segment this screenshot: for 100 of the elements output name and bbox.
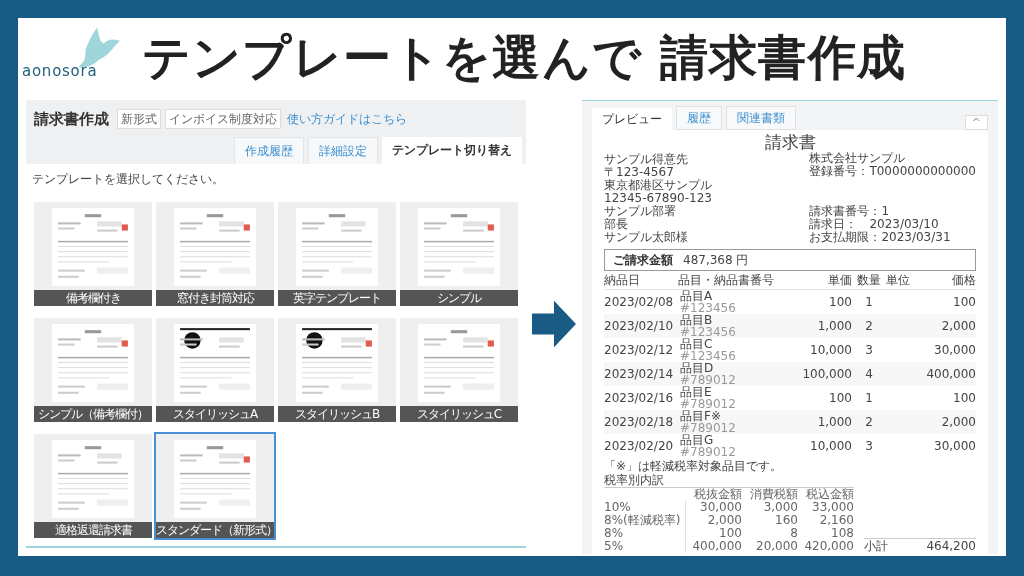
- invoice-detail: お支払期限：2023/03/31: [809, 231, 952, 244]
- address-line: サンプル部署: [604, 205, 677, 218]
- table-cell-text: 100: [952, 294, 976, 311]
- table-cell-text: 2023/02/20: [604, 438, 675, 455]
- page-title: テンプレートを選んで 請求書作成: [142, 28, 906, 87]
- issuer-line: 登録番号：T0000000000000: [809, 165, 976, 178]
- invoice-detail: 請求日： 2023/03/10: [809, 218, 940, 231]
- address-line: 東京都港区サンプル: [604, 179, 712, 192]
- column-header: 単価: [827, 274, 852, 287]
- table-cell-text: 4: [864, 366, 874, 383]
- tab[interactable]: プレビュー: [592, 108, 672, 130]
- table-cell-text: #123456: [680, 302, 737, 314]
- subtotal-value: 464,200: [926, 539, 976, 553]
- column-header: 納品日: [604, 274, 641, 287]
- tax-title: 税率別内訳: [604, 473, 854, 488]
- table-cell-text: 420,000: [803, 540, 854, 553]
- template-card[interactable]: 適格返還請求書: [34, 433, 152, 538]
- amount-value: 487,368 円: [683, 252, 749, 269]
- table-cell-text: 1,000: [816, 414, 852, 431]
- editor-title: 請求書作成: [34, 109, 109, 130]
- table-cell-text: 1,000: [816, 318, 852, 335]
- template-card[interactable]: 窓付き封筒対応: [156, 201, 274, 306]
- table-cell-text: 2023/02/16: [604, 390, 675, 407]
- document-title: 請求書: [763, 132, 817, 152]
- template-card[interactable]: 備考欄付き: [34, 201, 152, 306]
- column-header: 税込金額: [805, 488, 854, 501]
- badge: インボイス制度対応: [165, 109, 281, 130]
- table-cell-text: 10,000: [809, 438, 852, 455]
- table-cell-text: 1: [864, 390, 874, 407]
- table-cell-text: 3: [864, 342, 874, 359]
- table-cell-text: 400,000: [925, 366, 976, 383]
- table-cell-text: 2,160: [818, 514, 854, 527]
- table-cell-text: #789012: [680, 374, 737, 386]
- client-name: サンプル得意先: [604, 152, 689, 166]
- column-header: 品目・納品書番号: [678, 274, 775, 287]
- table-cell-text: 2,000: [940, 414, 976, 431]
- invoice-detail: 請求書番号：1: [809, 205, 891, 218]
- table-cell-text: 品目A: [680, 290, 714, 302]
- subtotal-label: 小計: [864, 539, 888, 553]
- table-cell-text: 2023/02/10: [604, 318, 675, 335]
- table-cell-text: 400,000: [691, 540, 742, 553]
- table-cell-text: 30,000: [933, 342, 976, 359]
- template-card[interactable]: スタンダード（新形式）: [156, 433, 274, 538]
- table-cell-text: 2023/02/12: [604, 342, 675, 359]
- table-cell-text: 30,000: [933, 438, 976, 455]
- template-card[interactable]: スタイリッシュA: [156, 317, 274, 422]
- table-cell-text: 2023/02/18: [604, 414, 675, 431]
- table-cell-text: 2023/02/08: [604, 294, 675, 311]
- table-cell-text: 100: [828, 390, 852, 407]
- table-cell: 8%: [604, 527, 686, 540]
- table-cell: 5%: [604, 540, 686, 553]
- tab[interactable]: テンプレート切り替え: [382, 136, 522, 164]
- table-cell: 10%: [604, 501, 686, 514]
- table-cell-text: #789012: [680, 398, 737, 410]
- tab[interactable]: 履歴: [676, 106, 722, 130]
- table-cell-text: 160: [774, 514, 798, 527]
- table-cell-text: 100: [718, 527, 742, 540]
- column-header: 税抜金額: [693, 488, 742, 501]
- address-line: 〒123-4567: [604, 166, 675, 179]
- table-cell-text: 2023/02/14: [604, 366, 675, 383]
- table-cell-text: 2: [864, 318, 874, 335]
- table-cell-text: 2,000: [940, 318, 976, 335]
- table-cell: 8%(軽減税率): [604, 514, 686, 527]
- amount-label: ご請求金額: [613, 252, 673, 269]
- column-header: 価格: [951, 274, 976, 287]
- table-cell-text: 品目B: [680, 314, 714, 326]
- table-cell-text: 2: [864, 414, 874, 431]
- table-cell-text: 2,000: [706, 514, 742, 527]
- column-header: 単位: [886, 274, 911, 287]
- table-cell-text: 品目D: [680, 362, 715, 374]
- tab[interactable]: 関連書類: [726, 106, 796, 130]
- template-card[interactable]: スタイリッシュB: [278, 317, 396, 422]
- table-cell-text: 100,000: [801, 366, 852, 383]
- instruction-text: テンプレートを選択してください。: [31, 170, 225, 188]
- table-cell-text: #123456: [680, 326, 737, 338]
- table-cell-text: 1: [864, 294, 874, 311]
- template-card[interactable]: シンプル（備考欄付）: [34, 317, 152, 422]
- table-cell-text: 品目C: [680, 338, 714, 350]
- table-cell-text: 3,000: [762, 501, 798, 514]
- table-cell-text: 10,000: [809, 342, 852, 359]
- note-text: 「※」は軽減税率対象品目です。: [604, 459, 784, 473]
- table-cell-text: 品目E: [680, 386, 713, 398]
- table-cell-text: 品目F※: [680, 410, 722, 422]
- address-line: 部長: [604, 218, 629, 231]
- table-cell-text: 30,000: [699, 501, 742, 514]
- template-card[interactable]: シンプル: [400, 201, 518, 306]
- table-cell-text: #789012: [680, 422, 737, 434]
- issuer-line: 株式会社サンプル: [809, 152, 907, 165]
- address-line: 12345-67890-123: [604, 192, 712, 205]
- table-cell-text: #123456: [680, 350, 737, 362]
- template-card[interactable]: 英字テンプレート: [278, 201, 396, 306]
- column-header: 消費税額: [749, 488, 798, 501]
- address-line: サンプル太郎様: [604, 231, 689, 244]
- table-cell-text: 100: [952, 390, 976, 407]
- template-card[interactable]: スタイリッシュC: [400, 317, 518, 422]
- table-cell-text: 108: [830, 527, 854, 540]
- table-cell-text: 3: [864, 438, 874, 455]
- badge: 新形式: [117, 109, 161, 130]
- table-cell-text: 100: [828, 294, 852, 311]
- table-cell-text: #789012: [680, 446, 737, 458]
